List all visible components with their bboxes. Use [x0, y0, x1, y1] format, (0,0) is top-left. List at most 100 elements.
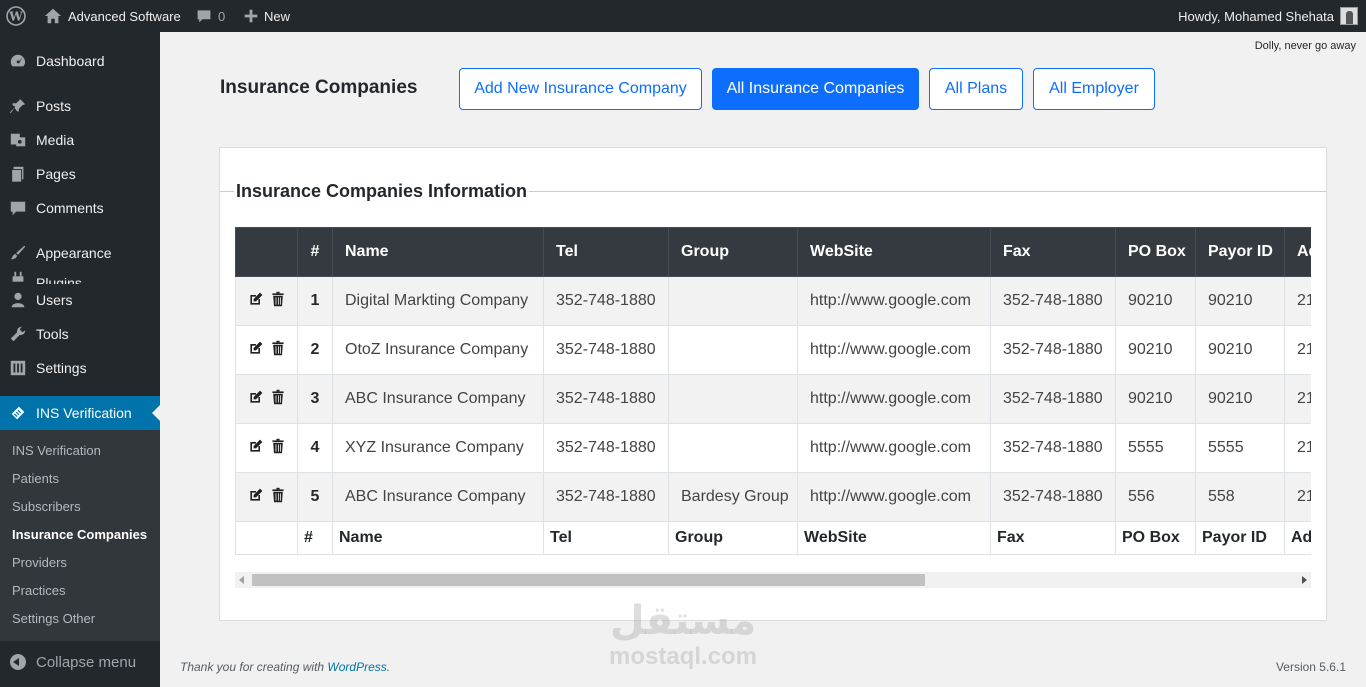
current-menu-arrow [152, 405, 160, 421]
scroll-left-arrow-icon[interactable] [239, 576, 244, 584]
trash-icon[interactable] [270, 487, 286, 508]
scroll-right-arrow-icon[interactable] [1302, 576, 1307, 584]
col-header-website[interactable]: WebSite [797, 227, 991, 277]
svg-text:W: W [8, 10, 23, 24]
cell-number: 5 [297, 472, 333, 522]
cell-tel: 352-748-1880 [543, 472, 669, 522]
new-content-link[interactable]: New [244, 0, 290, 32]
table-row: 1 Digital Markting Company 352-748-1880 htt… [235, 276, 1311, 326]
sidebar-item-label: Dashboard [36, 53, 105, 69]
media-icon [0, 131, 36, 149]
admin-sidebar: Dashboard Posts Media Pages Comments App… [0, 32, 160, 687]
submenu-item-patients[interactable]: Patients [12, 471, 59, 486]
page-title: Insurance Companies [220, 77, 418, 98]
scrollbar-thumb[interactable] [252, 574, 925, 586]
trash-icon[interactable] [270, 291, 286, 312]
sidebar-item-label: Settings [36, 360, 87, 376]
pin-icon [0, 97, 36, 115]
sidebar-item-plugins[interactable]: Plugins [0, 270, 160, 284]
cell-group [668, 423, 798, 473]
comment-icon [0, 199, 36, 217]
col-header-group[interactable]: Group [668, 227, 798, 277]
cell-number: 1 [297, 276, 333, 326]
cell-payor-id: 90210 [1195, 374, 1285, 424]
site-name-link[interactable]: Advanced Software [44, 0, 181, 32]
all-plans-button[interactable]: All Plans [929, 68, 1023, 110]
sidebar-item-posts[interactable]: Posts [0, 89, 160, 123]
user-account-menu[interactable]: Howdy, Mohamed Shehata [1178, 0, 1358, 32]
sidebar-item-label: Tools [36, 326, 69, 342]
cell-group [668, 276, 798, 326]
sidebar-item-tools[interactable]: Tools [0, 317, 160, 351]
horizontal-scrollbar[interactable] [235, 572, 1311, 588]
edit-icon[interactable] [248, 340, 264, 361]
col-header-actions [235, 227, 298, 277]
sidebar-item-dashboard[interactable]: Dashboard [0, 44, 160, 78]
submenu-item-subscribers[interactable]: Subscribers [12, 499, 81, 514]
edit-icon[interactable] [248, 487, 264, 508]
collapse-menu-button[interactable]: Collapse menu [0, 645, 136, 679]
add-new-insurance-company-button[interactable]: Add New Insurance Company [459, 68, 702, 110]
insurance-companies-table-container: # Name Tel Group WebSite Fax PO Box Payo… [235, 227, 1311, 556]
fieldset-legend: Insurance Companies Information [234, 181, 530, 202]
table-row: 4 XYZ Insurance Company 352-748-1880 http:/… [235, 423, 1311, 473]
cell-name: ABC Insurance Company [332, 472, 544, 522]
trash-icon[interactable] [270, 438, 286, 459]
trash-icon[interactable] [270, 340, 286, 361]
sidebar-item-label: INS Verification [36, 405, 132, 421]
all-employer-button[interactable]: All Employer [1033, 68, 1155, 110]
submenu-item-insurance-companies[interactable]: Insurance Companies [12, 527, 147, 542]
cell-address: 21 [1284, 325, 1311, 375]
edit-icon[interactable] [248, 291, 264, 312]
col-header-payor-id[interactable]: Payor ID [1195, 227, 1285, 277]
submenu-item-ins-verification[interactable]: INS Verification [12, 443, 101, 458]
edit-icon[interactable] [248, 438, 264, 459]
wordpress-logo-icon[interactable]: W [6, 0, 26, 32]
comments-link[interactable]: 0 [196, 0, 225, 32]
cell-payor-id: 90210 [1195, 276, 1285, 326]
sidebar-item-appearance[interactable]: Appearance [0, 236, 160, 270]
cell-group [668, 374, 798, 424]
trash-icon[interactable] [270, 389, 286, 410]
cell-fax: 352-748-1880 [990, 423, 1116, 473]
sidebar-item-pages[interactable]: Pages [0, 157, 160, 191]
cell-website: http://www.google.com [797, 423, 991, 473]
cell-address: 21 [1284, 276, 1311, 326]
cell-website: http://www.google.com [797, 472, 991, 522]
cell-address: 21 [1284, 374, 1311, 424]
sidebar-item-users[interactable]: Users [0, 283, 160, 317]
sidebar-item-comments[interactable]: Comments [0, 191, 160, 225]
brush-icon [0, 244, 36, 262]
insurance-companies-table: # Name Tel Group WebSite Fax PO Box Payo… [235, 227, 1311, 555]
edit-icon[interactable] [248, 389, 264, 410]
submenu-item-practices[interactable]: Practices [12, 583, 65, 598]
submenu-item-providers[interactable]: Providers [12, 555, 67, 570]
footer-col-tel: Tel [543, 521, 669, 555]
cell-website: http://www.google.com [797, 276, 991, 326]
col-header-fax[interactable]: Fax [990, 227, 1116, 277]
table-row: 2 OtoZ Insurance Company 352-748-1880 http:… [235, 325, 1311, 375]
cell-group: Bardesy Group [668, 472, 798, 522]
tag-icon [0, 404, 36, 422]
col-header-po-box[interactable]: PO Box [1115, 227, 1196, 277]
watermark-arabic: مستقل [609, 599, 757, 643]
wrench-icon [0, 325, 36, 343]
col-header-address[interactable]: Address [1284, 227, 1311, 277]
footer-col-address: Address [1284, 521, 1311, 555]
col-header-number[interactable]: # [297, 227, 333, 277]
sidebar-item-settings[interactable]: Settings [0, 351, 160, 385]
wordpress-link[interactable]: WordPress [327, 660, 386, 674]
sidebar-item-ins-verification[interactable]: INS Verification [0, 396, 160, 430]
col-header-name[interactable]: Name [332, 227, 544, 277]
submenu-item-settings-other[interactable]: Settings Other [12, 611, 95, 626]
all-insurance-companies-button[interactable]: All Insurance Companies [712, 68, 919, 110]
cell-tel: 352-748-1880 [543, 325, 669, 375]
watermark-latin: mostaql.com [608, 643, 758, 670]
col-header-tel[interactable]: Tel [543, 227, 669, 277]
footer-col-number: # [297, 521, 333, 555]
sliders-icon [0, 359, 36, 377]
cell-po-box: 90210 [1115, 374, 1196, 424]
ins-verification-submenu: INS Verification Patients Subscribers In… [0, 430, 160, 641]
sidebar-item-media[interactable]: Media [0, 123, 160, 157]
cell-tel: 352-748-1880 [543, 423, 669, 473]
